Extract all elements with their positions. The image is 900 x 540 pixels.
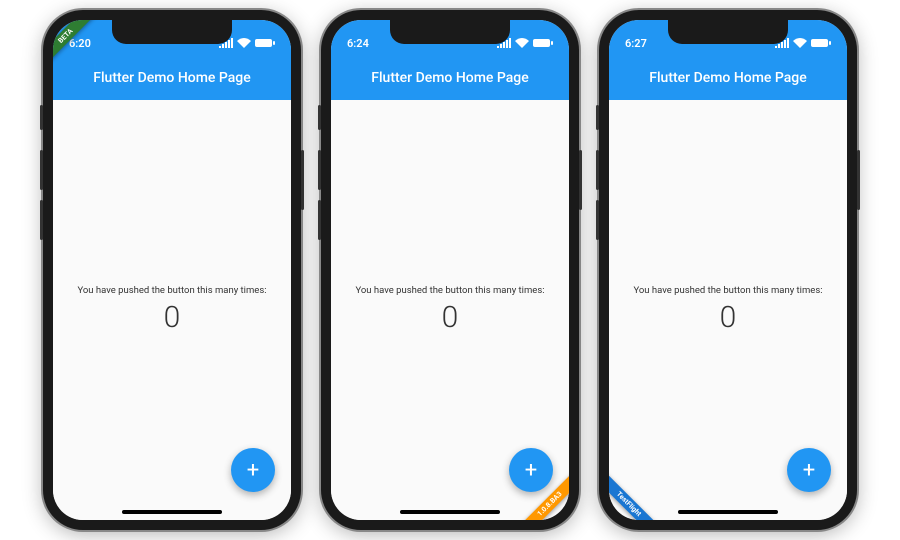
app-bar: Flutter Demo Home Page bbox=[331, 56, 569, 100]
volume-down bbox=[318, 200, 321, 240]
content-area: You have pushed the button this many tim… bbox=[609, 100, 847, 520]
notch bbox=[668, 20, 788, 44]
volume-up bbox=[40, 150, 43, 190]
fab-increment[interactable]: + bbox=[509, 448, 553, 492]
app-bar-title: Flutter Demo Home Page bbox=[649, 70, 806, 86]
power-button bbox=[579, 150, 582, 210]
counter-prompt: You have pushed the button this many tim… bbox=[77, 285, 266, 296]
mute-switch bbox=[318, 105, 321, 130]
screen: 1.0.8.BA3 6:24 Flutter Demo Home Page Yo… bbox=[331, 20, 569, 520]
phone-mockup: BETA 6:20 Flutter Demo Home Page You hav… bbox=[43, 10, 301, 530]
counter-value: 0 bbox=[720, 300, 737, 335]
battery-icon bbox=[533, 38, 553, 48]
battery-icon bbox=[811, 38, 831, 48]
content-area: You have pushed the button this many tim… bbox=[331, 100, 569, 520]
screen: BETA 6:20 Flutter Demo Home Page You hav… bbox=[53, 20, 291, 520]
plus-icon: + bbox=[525, 458, 537, 483]
battery-icon bbox=[255, 38, 275, 48]
power-button bbox=[301, 150, 304, 210]
notch bbox=[390, 20, 510, 44]
app-bar-title: Flutter Demo Home Page bbox=[371, 70, 528, 86]
app-bar-title: Flutter Demo Home Page bbox=[93, 70, 250, 86]
notch bbox=[112, 20, 232, 44]
power-button bbox=[857, 150, 860, 210]
app-bar: Flutter Demo Home Page bbox=[609, 56, 847, 100]
wifi-icon bbox=[515, 38, 529, 48]
volume-up bbox=[596, 150, 599, 190]
home-indicator[interactable] bbox=[122, 510, 222, 514]
wifi-icon bbox=[237, 38, 251, 48]
mute-switch bbox=[596, 105, 599, 130]
status-time: 6:27 bbox=[625, 37, 647, 50]
status-time: 6:20 bbox=[69, 37, 91, 50]
counter-prompt: You have pushed the button this many tim… bbox=[633, 285, 822, 296]
wifi-icon bbox=[793, 38, 807, 48]
volume-up bbox=[318, 150, 321, 190]
mute-switch bbox=[40, 105, 43, 130]
counter-prompt: You have pushed the button this many tim… bbox=[355, 285, 544, 296]
app-bar: Flutter Demo Home Page bbox=[53, 56, 291, 100]
volume-down bbox=[596, 200, 599, 240]
plus-icon: + bbox=[803, 458, 815, 483]
screen: TestFlight 6:27 Flutter Demo Home Page Y… bbox=[609, 20, 847, 520]
content-area: You have pushed the button this many tim… bbox=[53, 100, 291, 520]
home-indicator[interactable] bbox=[678, 510, 778, 514]
home-indicator[interactable] bbox=[400, 510, 500, 514]
fab-increment[interactable]: + bbox=[787, 448, 831, 492]
volume-down bbox=[40, 200, 43, 240]
phone-mockup: 1.0.8.BA3 6:24 Flutter Demo Home Page Yo… bbox=[321, 10, 579, 530]
status-time: 6:24 bbox=[347, 37, 369, 50]
counter-value: 0 bbox=[442, 300, 459, 335]
counter-value: 0 bbox=[164, 300, 181, 335]
phone-mockup: TestFlight 6:27 Flutter Demo Home Page Y… bbox=[599, 10, 857, 530]
plus-icon: + bbox=[247, 458, 259, 483]
fab-increment[interactable]: + bbox=[231, 448, 275, 492]
